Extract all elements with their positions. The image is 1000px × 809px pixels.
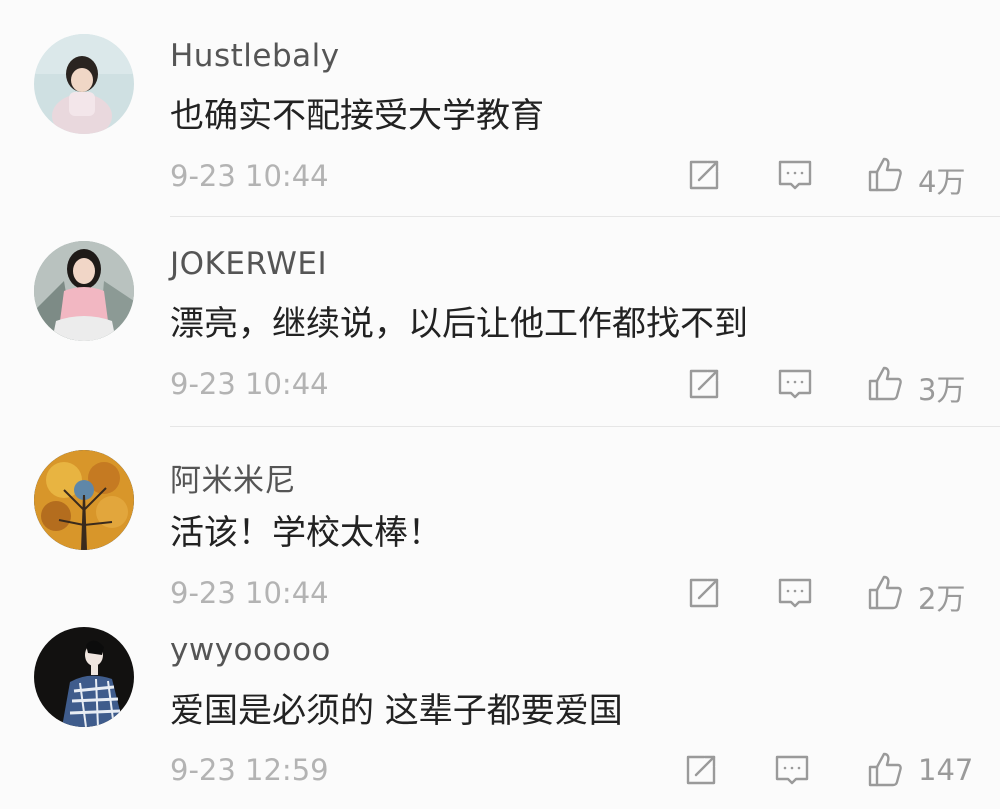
comment-item: ywyooooo 爱国是必须的 这辈子都要爱国 9-23 12:59 147: [0, 0, 1000, 809]
thumbs-up-icon[interactable]: [864, 749, 906, 791]
avatar[interactable]: [34, 627, 134, 727]
comment-time: 9-23 12:59: [170, 753, 329, 787]
share-icon[interactable]: [680, 749, 722, 791]
kimono-avatar-icon: [34, 627, 134, 727]
comment-text: 爱国是必须的 这辈子都要爱国: [170, 691, 623, 731]
reply-icon[interactable]: [771, 749, 813, 791]
username[interactable]: ywyooooo: [170, 632, 331, 668]
like-count: 147: [918, 753, 974, 787]
